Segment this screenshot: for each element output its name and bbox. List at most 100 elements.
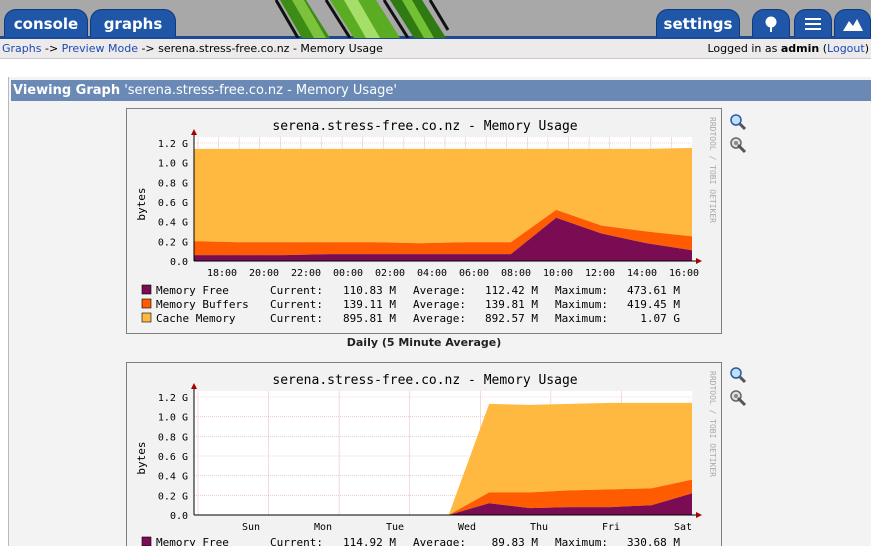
x-tick-label: 02:00 [375, 268, 405, 279]
login-status: Logged in as admin (Logout) [707, 39, 869, 58]
edit-properties-icon[interactable] [729, 136, 747, 154]
memory-usage-chart-daily: serena.stress-free.co.nz - Memory Usage R… [135, 117, 717, 325]
legend-series-name: Cache Memory [156, 312, 236, 325]
edit-properties-icon[interactable] [729, 389, 747, 407]
legend-value-maximum: 1.07 G [640, 312, 680, 325]
login-prefix: Logged in as [707, 42, 781, 55]
panel-header-title: Viewing Graph [13, 83, 121, 98]
y-tick-label: 0.2 G [158, 491, 188, 502]
x-tick-label: 18:00 [207, 268, 237, 279]
tab-tree-view[interactable] [752, 9, 790, 37]
y-tick-label: 0.4 G [158, 218, 188, 229]
tab-settings[interactable]: settings [656, 9, 740, 37]
tab-preview-view[interactable] [834, 9, 871, 37]
legend-swatch [141, 536, 152, 546]
legend-swatch [141, 298, 152, 309]
y-tick-label: 1.0 G [158, 413, 188, 424]
legend-label-current: Current: [270, 536, 323, 546]
rrdtool-watermark: RRDTOOL / TOBI OETIKER [708, 117, 717, 223]
x-tick-label: 06:00 [459, 268, 489, 279]
breadcrumb: Graphs -> Preview Mode -> serena.stress-… [2, 39, 383, 58]
logout-link[interactable]: Logout [827, 42, 865, 55]
y-tick-label: 0.0 [170, 511, 188, 522]
legend-label-current: Current: [270, 298, 323, 311]
breadcrumb-separator: -> [41, 42, 62, 55]
legend-value-maximum: 473.61 M [627, 284, 680, 297]
x-tick-label: Tue [386, 522, 404, 533]
legend-label-average: Average: [413, 312, 466, 325]
y-axis-arrow [191, 129, 197, 135]
y-tick-label: 1.2 G [158, 139, 188, 150]
graph-image-daily[interactable]: serena.stress-free.co.nz - Memory Usage R… [126, 108, 722, 334]
legend-label-maximum: Maximum: [555, 284, 608, 297]
spacer [0, 59, 871, 77]
breadcrumb-bar: Graphs -> Preview Mode -> serena.stress-… [0, 39, 871, 59]
x-tick-label: 10:00 [543, 268, 573, 279]
x-tick-label: 14:00 [627, 268, 657, 279]
y-tick-label: 1.2 G [158, 393, 188, 404]
x-axis-arrow [696, 258, 702, 264]
legend-swatch [141, 284, 152, 295]
x-tick-label: Sat [674, 522, 692, 533]
legend-value-maximum: 419.45 M [627, 298, 680, 311]
breadcrumb-current: serena.stress-free.co.nz - Memory Usage [158, 42, 383, 55]
y-tick-label: 0.8 G [158, 432, 188, 443]
legend-value-current: 895.81 M [343, 312, 396, 325]
legend-value-average: 112.42 M [485, 284, 538, 297]
tab-console-label: console [13, 14, 79, 33]
legend-label-current: Current: [270, 312, 323, 325]
tab-graphs[interactable]: graphs [90, 9, 176, 37]
zoom-magnifier-icon[interactable] [729, 113, 747, 131]
x-tick-label: Fri [602, 522, 620, 533]
graph-caption-daily: Daily (5 Minute Average) [346, 336, 502, 349]
x-tick-label: 08:00 [501, 268, 531, 279]
memory-usage-chart-weekly: serena.stress-free.co.nz - Memory Usage R… [135, 371, 717, 546]
legend-label-average: Average: [413, 284, 466, 297]
zoom-magnifier-icon[interactable] [729, 366, 747, 384]
login-username: admin [780, 42, 820, 55]
tab-settings-label: settings [663, 14, 733, 33]
list-icon [805, 17, 821, 30]
breadcrumb-link-preview-mode[interactable]: Preview Mode [62, 42, 138, 55]
panel-header: Viewing Graph 'serena.stress-free.co.nz … [11, 80, 871, 101]
rrdtool-watermark: RRDTOOL / TOBI OETIKER [708, 371, 717, 477]
legend-series-name: Memory Buffers [156, 298, 249, 311]
x-tick-label: Thu [530, 522, 548, 533]
tree-icon [765, 16, 777, 32]
panel-header-graph-name: 'serena.stress-free.co.nz - Memory Usage… [120, 83, 397, 98]
x-tick-label: Mon [314, 522, 332, 533]
tab-graphs-label: graphs [103, 14, 163, 33]
legend-label-maximum: Maximum: [555, 312, 608, 325]
x-tick-label: 22:00 [291, 268, 321, 279]
y-axis-label: bytes [135, 187, 148, 220]
legend-swatch [141, 312, 152, 323]
x-axis-arrow [696, 512, 702, 518]
legend-label-average: Average: [413, 298, 466, 311]
legend-label-average: Average: [413, 536, 466, 546]
legend-label-current: Current: [270, 284, 323, 297]
breadcrumb-separator: -> [137, 42, 159, 55]
logout-open-paren: ( [819, 42, 828, 55]
cacti-logo [274, 0, 450, 38]
tab-console[interactable]: console [4, 9, 88, 37]
logout-close-paren: ) [864, 42, 869, 55]
y-tick-label: 1.0 G [158, 159, 188, 170]
legend-label-maximum: Maximum: [555, 298, 608, 311]
breadcrumb-link-graphs[interactable]: Graphs [2, 42, 41, 55]
legend-series-name: Memory Free [156, 284, 229, 297]
legend-value-current: 114.92 M [343, 536, 396, 546]
legend-value-current: 110.83 M [343, 284, 396, 297]
x-tick-label: 16:00 [669, 268, 699, 279]
y-tick-label: 0.8 G [158, 178, 188, 189]
legend-value-average: 892.57 M [485, 312, 538, 325]
x-tick-label: 12:00 [585, 268, 615, 279]
chart-title: serena.stress-free.co.nz - Memory Usage [272, 373, 577, 388]
legend-value-average: 139.81 M [485, 298, 538, 311]
y-tick-label: 0.6 G [158, 452, 188, 463]
y-tick-label: 0.4 G [158, 472, 188, 483]
chart-title: serena.stress-free.co.nz - Memory Usage [272, 119, 577, 134]
tab-list-view[interactable] [794, 9, 832, 37]
legend-value-average: 89.83 M [492, 536, 539, 546]
graph-image-weekly[interactable]: serena.stress-free.co.nz - Memory Usage R… [126, 362, 722, 546]
x-tick-label: Sun [242, 522, 260, 533]
